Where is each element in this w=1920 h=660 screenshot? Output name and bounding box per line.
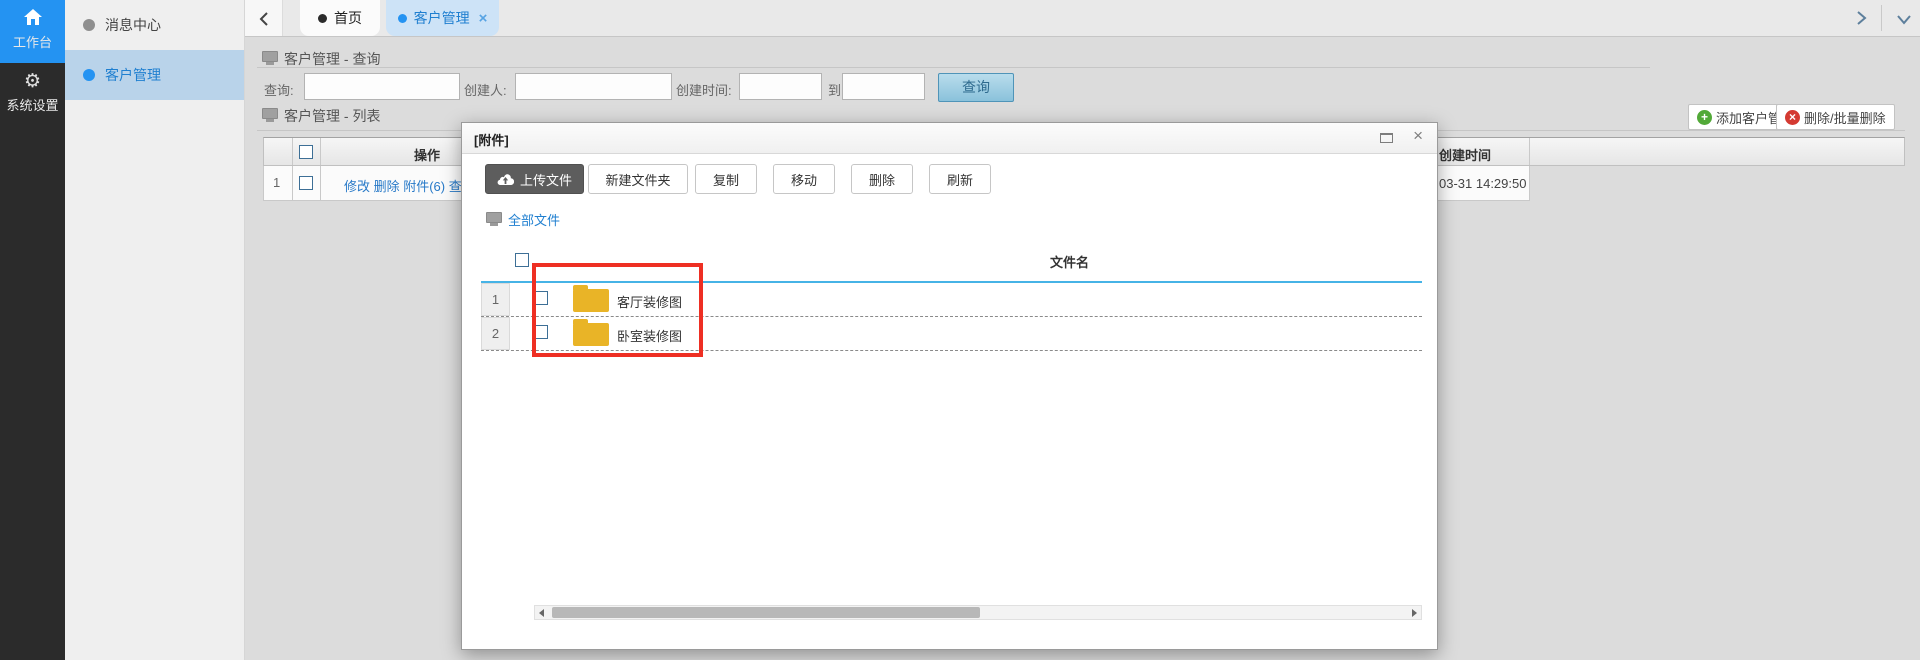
batch-delete-label: 删除/批量删除 xyxy=(1804,108,1886,127)
tab-nav-controls xyxy=(1855,0,1912,36)
divider xyxy=(292,138,293,165)
scroll-left-arrow-icon[interactable] xyxy=(539,609,544,617)
divider xyxy=(1881,5,1882,31)
created-time-column-header: 创建时间 xyxy=(1439,145,1491,164)
icon-sidebar: 工作台 ⚙ 系统设置 xyxy=(0,0,65,660)
divider xyxy=(320,138,321,165)
tab-customer-mgmt[interactable]: 客户管理 × xyxy=(386,0,499,36)
row-checkbox[interactable] xyxy=(299,176,313,190)
upload-file-button[interactable]: 上传文件 xyxy=(485,164,584,194)
refresh-button[interactable]: 刷新 xyxy=(929,164,991,194)
row-action-links[interactable]: 修改 删除 附件(6) 查 xyxy=(344,176,462,195)
divider xyxy=(1529,138,1530,165)
nav-item-message-center[interactable]: 消息中心 xyxy=(65,0,244,50)
nav-item-customer-mgmt[interactable]: 客户管理 xyxy=(65,50,244,100)
copy-label: 复制 xyxy=(713,170,739,189)
divider xyxy=(320,166,321,200)
scroll-right-arrow-icon[interactable] xyxy=(1412,609,1417,617)
move-label: 移动 xyxy=(791,170,817,189)
all-files-breadcrumb[interactable]: 全部文件 xyxy=(508,210,560,229)
tab-scroll-left-button[interactable] xyxy=(245,0,283,36)
bullet-icon xyxy=(83,19,95,31)
monitor-icon xyxy=(262,108,278,119)
maximize-icon[interactable] xyxy=(1380,133,1393,143)
message-center-label: 消息中心 xyxy=(105,17,161,33)
new-folder-label: 新建文件夹 xyxy=(605,170,670,189)
tab-scroll-right-button[interactable] xyxy=(1855,10,1867,27)
add-icon: + xyxy=(1697,110,1712,125)
close-icon[interactable]: × xyxy=(1413,126,1423,146)
gear-icon: ⚙ xyxy=(0,72,65,92)
new-folder-button[interactable]: 新建文件夹 xyxy=(588,164,688,194)
horizontal-scrollbar[interactable] xyxy=(534,605,1422,620)
divider xyxy=(292,166,293,200)
query-section-title: 客户管理 - 查询 xyxy=(284,49,380,69)
file-row-index: 1 xyxy=(481,283,510,316)
scrollbar-thumb[interactable] xyxy=(552,607,980,618)
cloud-upload-icon xyxy=(497,173,514,186)
workbench-label: 工作台 xyxy=(0,32,65,51)
batch-delete-button[interactable]: × 删除/批量删除 xyxy=(1776,104,1895,130)
search-button[interactable]: 查询 xyxy=(938,73,1014,102)
monitor-icon xyxy=(486,212,502,223)
creator-input[interactable] xyxy=(515,73,672,100)
upload-file-label: 上传文件 xyxy=(520,170,572,189)
module-nav: 消息中心 客户管理 xyxy=(65,0,245,660)
tab-home[interactable]: 首页 xyxy=(300,0,380,36)
row-index: 1 xyxy=(273,175,280,190)
move-button[interactable]: 移动 xyxy=(773,164,835,194)
query-field-label: 查询: xyxy=(264,80,294,99)
creator-field-label: 创建人: xyxy=(464,80,507,99)
delete-label: 删除 xyxy=(869,170,895,189)
select-all-checkbox[interactable] xyxy=(299,145,313,159)
created-to-input[interactable] xyxy=(842,73,925,100)
created-from-input[interactable] xyxy=(739,73,822,100)
delete-icon: × xyxy=(1785,110,1800,125)
tab-menu-button[interactable] xyxy=(1896,11,1912,26)
sidebar-item-settings[interactable]: ⚙ 系统设置 xyxy=(0,63,65,118)
tab-dot-icon xyxy=(318,14,327,23)
customer-management-app: 工作台 ⚙ 系统设置 消息中心 客户管理 首页 客户管理 × xyxy=(0,0,1920,660)
settings-label: 系统设置 xyxy=(0,95,65,114)
monitor-icon xyxy=(262,51,278,62)
dialog-header[interactable]: [附件] × xyxy=(462,123,1437,154)
created-time-label: 创建时间: xyxy=(676,80,732,99)
copy-button[interactable]: 复制 xyxy=(695,164,757,194)
operation-column-header: 操作 xyxy=(414,145,440,164)
attachment-dialog: [附件] × 上传文件 新建文件夹 复制 移动 删除 刷新 全部文件 文件名 1… xyxy=(461,122,1438,650)
tab-home-label: 首页 xyxy=(334,8,362,28)
file-select-all-checkbox[interactable] xyxy=(515,253,529,267)
file-name-column-header: 文件名 xyxy=(1050,252,1089,271)
row-created-time: 03-31 14:29:50 xyxy=(1439,176,1526,191)
home-icon xyxy=(0,9,65,29)
sidebar-item-workbench[interactable]: 工作台 xyxy=(0,0,65,63)
tab-dot-icon xyxy=(398,14,407,23)
list-section-title: 客户管理 - 列表 xyxy=(284,106,380,126)
bullet-icon xyxy=(83,69,95,81)
dialog-title: [附件] xyxy=(474,130,509,149)
tab-customer-label: 客户管理 xyxy=(414,8,470,28)
query-input[interactable] xyxy=(304,73,460,100)
delete-button[interactable]: 删除 xyxy=(851,164,913,194)
to-label: 到 xyxy=(828,80,841,99)
annotation-rectangle xyxy=(532,263,703,357)
file-row-index: 2 xyxy=(481,317,510,350)
customer-mgmt-label: 客户管理 xyxy=(105,67,161,83)
divider xyxy=(257,67,1650,68)
tab-close-icon[interactable]: × xyxy=(479,10,488,27)
tab-bar: 首页 客户管理 × xyxy=(245,0,1920,37)
refresh-label: 刷新 xyxy=(947,170,973,189)
